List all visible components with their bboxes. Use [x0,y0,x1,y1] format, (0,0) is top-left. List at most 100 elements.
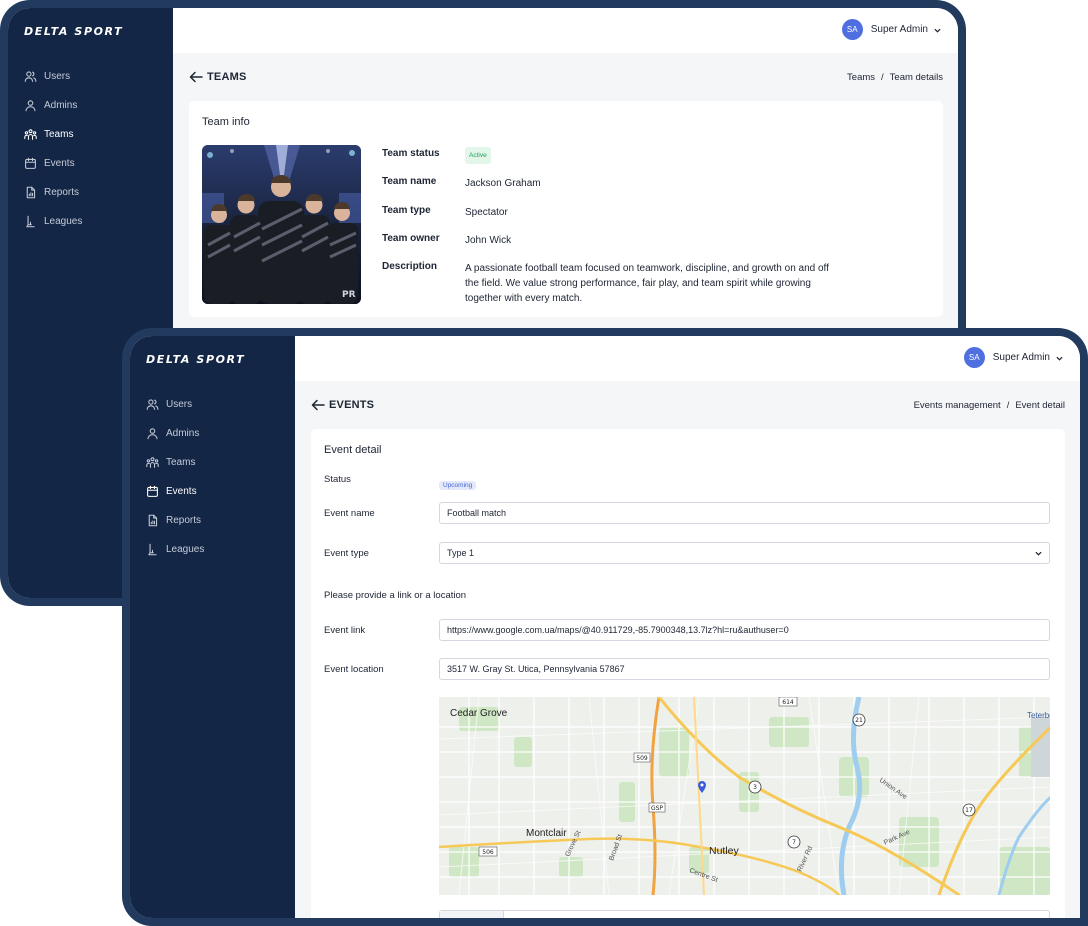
card-title: Team info [202,116,250,128]
sidebar-item-label: Events [44,158,75,169]
event-type-label: Event type [324,548,369,559]
admin-icon [147,428,158,440]
sidebar-item-teams[interactable]: Teams [24,120,82,149]
team-description-value: A passionate football team focused on te… [465,263,829,304]
chevron-down-icon [1056,354,1063,361]
breadcrumb-current: Team details [889,72,943,83]
back-arrow-icon[interactable] [311,399,325,411]
report-icon [148,514,158,527]
event-type-value: Type 1 [447,548,475,558]
highway-shield-gsp: GSP [651,805,663,812]
users-icon [146,399,159,410]
sidebar-item-teams[interactable]: Teams [146,448,204,477]
back-arrow-icon[interactable] [189,71,203,83]
sidebar-item-label: Admins [44,100,78,111]
team-type-value: Spectator [465,207,508,218]
status-label: Status [324,474,351,485]
top-bar: SA Super Admin [173,8,958,53]
teams-icon [24,129,37,140]
sidebar-item-events[interactable]: Events [146,477,204,506]
sidebar-item-reports[interactable]: Reports [24,178,82,207]
event-link-input[interactable]: https://www.google.com.ua/maps/@40.91172… [439,619,1050,641]
svg-text:PR: PR [342,290,356,300]
team-photo: PR [202,145,361,304]
sidebar-item-events[interactable]: Events [24,149,82,178]
admin-icon [25,100,36,112]
user-name: Super Admin [870,24,928,35]
breadcrumb-current: Event detail [1015,400,1065,411]
sidebar-item-label: Leagues [166,544,205,555]
page-title: EVENTS [311,399,374,411]
sidebar-item-reports[interactable]: Reports [146,506,204,535]
sidebar-item-label: Reports [44,187,80,198]
link-or-location-hint: Please provide a link or a location [324,590,467,601]
highway-shield-509: 509 [636,755,648,762]
sidebar-item-admins[interactable]: Admins [24,91,82,120]
status-badge: Active [465,147,491,164]
event-link-value: https://www.google.com.ua/maps/@40.91172… [447,625,789,635]
sidebar-nav: Users Admins Teams Events Reports League… [24,62,82,236]
event-name-value: Football match [447,508,507,518]
sidebar-item-users[interactable]: Users [24,62,82,91]
card-title: Event detail [324,444,382,456]
sidebar-item-label: Events [166,486,197,497]
sidebar-item-label: Teams [44,129,74,140]
page-title: TEAMS [189,71,247,83]
chevron-down-icon [1035,551,1042,556]
teams-icon [146,457,159,468]
calendar-icon [147,485,158,497]
sidebar-item-label: Leagues [44,216,83,227]
event-location-input[interactable]: 3517 W. Gray St. Utica, Pennsylvania 578… [439,658,1050,680]
user-menu[interactable]: SA Super Admin [963,347,1063,368]
avatar: SA [841,19,863,40]
calendar-icon [25,157,36,169]
team-name-value: Jackson Graham [465,178,541,189]
map-place-cedar-grove: Cedar Grove [450,708,508,719]
highway-shield-7: 7 [792,839,796,846]
breadcrumb: Events management / Event detail [913,400,1065,411]
breadcrumb-events-management[interactable]: Events management [914,400,1001,411]
event-location-label: Event location [324,664,384,675]
breadcrumb-teams[interactable]: Teams [847,72,875,83]
team-owner-label: Team owner [382,233,440,244]
event-type-select[interactable]: Type 1 [439,542,1050,564]
sidebar-item-users[interactable]: Users [146,390,204,419]
team-status-label: Team status [382,148,440,159]
location-map[interactable]: 614 509 GSP 506 21 3 7 17 Cedar Grove Mo… [439,697,1050,895]
league-icon [26,215,35,228]
map-place-teterbo: Teterbo [1027,711,1050,720]
event-detail-card: Event detail Status Upcoming Event name … [311,429,1065,918]
map-place-montclair: Montclair [526,828,567,839]
top-bar: SA Super Admin [295,336,1080,381]
sidebar-item-admins[interactable]: Admins [146,419,204,448]
sidebar-item-label: Users [44,71,71,82]
additional-field[interactable] [439,910,1050,918]
breadcrumb: Teams / Team details [847,72,943,83]
team-owner-value: John Wick [465,235,512,246]
event-name-input[interactable]: Football match [439,502,1050,524]
sidebar-item-label: Users [166,399,193,410]
brand-logo[interactable]: DELTA SPORT [24,25,123,38]
page-title-text: TEAMS [207,71,247,83]
status-badge: Upcoming [439,481,477,490]
league-icon [148,543,157,556]
user-menu[interactable]: SA Super Admin [841,19,941,40]
team-description-label: Description [382,261,438,272]
map-place-nutley: Nutley [709,845,740,857]
user-name: Super Admin [992,352,1050,363]
highway-shield-21: 21 [855,717,863,724]
event-detail-screen: DELTA SPORT Users Admins Teams Events Re… [130,336,1080,918]
sidebar: DELTA SPORT Users Admins Teams Events Re… [130,336,295,918]
avatar: SA [963,347,985,368]
sidebar-item-label: Reports [166,515,202,526]
team-info-card: Team info PR Team status Active Team nam… [189,101,943,317]
sidebar-item-leagues[interactable]: Leagues [146,535,204,564]
report-icon [26,186,36,199]
brand-logo[interactable]: DELTA SPORT [146,353,245,366]
sidebar-item-label: Teams [166,457,196,468]
sidebar-item-leagues[interactable]: Leagues [24,207,82,236]
team-type-label: Team type [382,205,431,216]
highway-shield-3: 3 [753,784,757,791]
chevron-down-icon [934,26,941,33]
page-title-text: EVENTS [329,399,375,411]
